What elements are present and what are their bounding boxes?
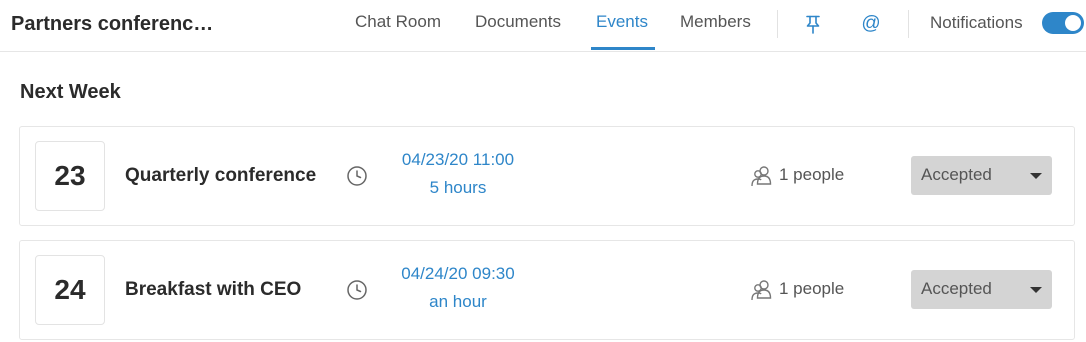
section-title: Next Week <box>20 81 121 103</box>
event-duration: an hour <box>429 292 487 311</box>
status-value: Accepted <box>921 165 992 184</box>
status-value: Accepted <box>921 279 992 298</box>
event-card[interactable]: 23 Quarterly conference 04/23/20 11:00 5… <box>19 126 1075 226</box>
event-day: 23 <box>35 141 105 211</box>
pin-icon[interactable] <box>802 13 824 35</box>
clock-icon <box>346 165 368 187</box>
caret-down-icon <box>1030 287 1042 293</box>
status-dropdown[interactable]: Accepted <box>911 270 1052 309</box>
mention-icon[interactable]: @ <box>860 13 882 35</box>
caret-down-icon <box>1030 173 1042 179</box>
clock-icon <box>346 279 368 301</box>
toggle-knob <box>1065 15 1081 31</box>
people-icon <box>749 163 775 189</box>
people-count: 1 people <box>779 165 845 184</box>
divider <box>777 10 778 38</box>
tab-events[interactable]: Events <box>596 12 648 32</box>
event-datetime: 04/23/20 11:00 <box>401 150 515 169</box>
tab-documents[interactable]: Documents <box>475 12 561 32</box>
event-title[interactable]: Breakfast with CEO <box>125 279 301 301</box>
event-datetime: 04/24/20 09:30 <box>401 264 515 283</box>
event-day: 24 <box>35 255 105 325</box>
event-title[interactable]: Quarterly conference <box>125 165 316 187</box>
notifications-toggle[interactable] <box>1042 12 1084 34</box>
event-duration: 5 hours <box>429 178 487 197</box>
event-card[interactable]: 24 Breakfast with CEO 04/24/20 09:30 an … <box>19 240 1075 340</box>
notifications-label: Notifications <box>930 13 1023 32</box>
tab-members[interactable]: Members <box>680 12 751 32</box>
status-dropdown[interactable]: Accepted <box>911 156 1052 195</box>
people-count: 1 people <box>779 279 845 298</box>
page-title: Partners conferenc… <box>11 13 214 35</box>
people-icon <box>749 277 775 303</box>
header-bar: Partners conferenc… Chat Room Documents … <box>0 0 1086 52</box>
active-tab-indicator <box>591 47 655 50</box>
tab-chat-room[interactable]: Chat Room <box>355 12 441 32</box>
divider <box>908 10 909 38</box>
